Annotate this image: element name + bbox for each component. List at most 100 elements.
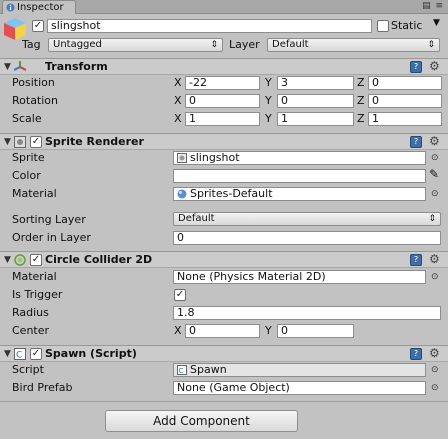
tab-inspector[interactable]: Inspector: [2, 0, 76, 14]
transform-header[interactable]: ▼ Transform ? ⚙: [0, 58, 448, 75]
material-label: Material: [12, 187, 57, 200]
material-field[interactable]: Sprites-Default: [173, 187, 426, 201]
object-picker-icon[interactable]: ⊙: [431, 187, 439, 201]
sprite-renderer-icon: [14, 136, 26, 148]
book-icon[interactable]: ?: [410, 136, 422, 148]
sorting-layer-label: Sorting Layer: [12, 213, 86, 226]
axis-x-label: X: [174, 112, 182, 125]
sorting-layer-value: Default: [178, 213, 215, 224]
circle-collider-header[interactable]: ▼ ✓ Circle Collider 2D ? ⚙: [0, 251, 448, 268]
rotation-y-input[interactable]: 0: [277, 94, 354, 108]
static-dropdown-icon[interactable]: ▼: [433, 18, 440, 28]
tag-value: Untagged: [53, 39, 102, 50]
gear-icon[interactable]: ⚙: [429, 59, 440, 73]
script-value: Spawn: [190, 363, 227, 376]
sprite-value: slingshot: [190, 151, 240, 164]
sprite-renderer-title: Sprite Renderer: [45, 135, 144, 148]
circle-collider-icon: [14, 254, 26, 266]
object-name-input[interactable]: slingshot: [47, 19, 372, 33]
sprite-field[interactable]: slingshot: [173, 151, 426, 165]
sprite-renderer-enabled-checkbox[interactable]: ✓: [30, 136, 42, 148]
position-label: Position: [12, 76, 55, 89]
scale-x-input[interactable]: 1: [185, 112, 260, 126]
axis-z-label: Z: [357, 112, 365, 125]
book-icon[interactable]: ?: [410, 254, 422, 266]
color-swatch[interactable]: [173, 169, 426, 183]
axis-y-label: Y: [265, 324, 272, 337]
book-icon[interactable]: ?: [410, 348, 422, 360]
spawn-script-header[interactable]: ▼ C ✓ Spawn (Script) ? ⚙: [0, 345, 448, 362]
sprite-asset-icon: [177, 153, 187, 163]
layer-value: Default: [272, 39, 309, 50]
static-label: Static: [391, 19, 423, 32]
spawn-script-title: Spawn (Script): [45, 347, 137, 360]
svg-text:C: C: [16, 351, 22, 361]
axis-y-label: Y: [265, 112, 272, 125]
center-x-input[interactable]: 0: [185, 324, 260, 338]
book-icon[interactable]: ?: [410, 61, 422, 73]
foldout-arrow-icon[interactable]: ▼: [4, 59, 11, 75]
inspector-tabbar: Inspector ▤ ≡: [0, 0, 448, 14]
chevron-down-icon: ⇕: [427, 40, 435, 50]
object-picker-icon[interactable]: ⊙: [431, 270, 439, 284]
material-sphere-icon: [177, 189, 187, 199]
gear-icon[interactable]: ⚙: [429, 134, 440, 148]
position-x-input[interactable]: -22: [185, 76, 260, 90]
axis-x-label: X: [174, 324, 182, 337]
position-z-input[interactable]: 0: [368, 76, 442, 90]
transform-title: Transform: [45, 60, 108, 73]
collider-material-label: Material: [12, 270, 57, 283]
script-icon: C: [14, 348, 26, 360]
object-picker-icon[interactable]: ⊙: [431, 151, 439, 165]
chevron-down-icon: ⇕: [428, 214, 436, 224]
circle-collider-title: Circle Collider 2D: [45, 253, 153, 266]
position-y-input[interactable]: 3: [277, 76, 354, 90]
chevron-down-icon: ⇕: [210, 40, 218, 50]
bird-prefab-field[interactable]: None (Game Object): [173, 381, 426, 395]
scale-label: Scale: [12, 112, 42, 125]
object-picker-icon[interactable]: ⊙: [431, 363, 439, 377]
foldout-arrow-icon[interactable]: ▼: [4, 134, 11, 150]
sprite-label: Sprite: [12, 151, 45, 164]
rotation-z-input[interactable]: 0: [368, 94, 442, 108]
rotation-label: Rotation: [12, 94, 59, 107]
tab-menu-icon[interactable]: ▤ ≡: [422, 1, 444, 11]
collider-material-field[interactable]: None (Physics Material 2D): [173, 270, 426, 284]
center-label: Center: [12, 324, 50, 337]
axis-y-label: Y: [265, 76, 272, 89]
add-component-button[interactable]: Add Component: [105, 410, 298, 432]
material-value: Sprites-Default: [190, 187, 273, 200]
gear-icon[interactable]: ⚙: [429, 346, 440, 360]
scale-z-input[interactable]: 1: [368, 112, 442, 126]
gear-icon[interactable]: ⚙: [429, 252, 440, 266]
tag-label: Tag: [22, 38, 41, 51]
static-checkbox[interactable]: [377, 20, 389, 32]
spawn-script-enabled-checkbox[interactable]: ✓: [30, 348, 42, 360]
axis-z-label: Z: [357, 94, 365, 107]
tab-label: Inspector: [17, 2, 64, 13]
circle-collider-enabled-checkbox[interactable]: ✓: [30, 254, 42, 266]
foldout-arrow-icon[interactable]: ▼: [4, 346, 11, 362]
order-in-layer-input[interactable]: 0: [173, 231, 441, 245]
layer-label: Layer: [229, 38, 260, 51]
sorting-layer-dropdown[interactable]: Default ⇕: [173, 212, 441, 226]
axis-x-label: X: [174, 76, 182, 89]
eyedropper-icon[interactable]: ✎: [429, 167, 439, 181]
axis-y-label: Y: [265, 94, 272, 107]
object-picker-icon[interactable]: ⊙: [431, 381, 439, 395]
script-label: Script: [12, 363, 44, 376]
script-field: C Spawn: [173, 363, 426, 377]
axis-z-label: Z: [357, 76, 365, 89]
layer-dropdown[interactable]: Default ⇕: [267, 38, 440, 52]
scale-y-input[interactable]: 1: [277, 112, 354, 126]
color-label: Color: [12, 169, 41, 182]
axis-x-label: X: [174, 94, 182, 107]
active-checkbox[interactable]: ✓: [32, 20, 44, 32]
radius-input[interactable]: 1.8: [173, 306, 441, 320]
foldout-arrow-icon[interactable]: ▼: [4, 252, 11, 268]
tag-dropdown[interactable]: Untagged ⇕: [48, 38, 223, 52]
sprite-renderer-header[interactable]: ▼ ✓ Sprite Renderer ? ⚙: [0, 133, 448, 150]
is-trigger-checkbox[interactable]: ✓: [174, 289, 186, 301]
rotation-x-input[interactable]: 0: [185, 94, 260, 108]
center-y-input[interactable]: 0: [277, 324, 354, 338]
